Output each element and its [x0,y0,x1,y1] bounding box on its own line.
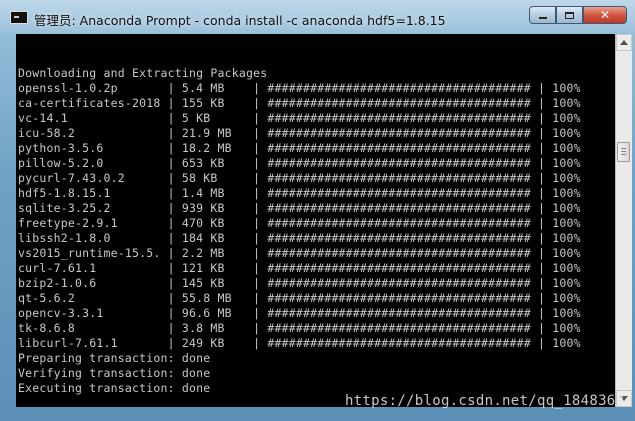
console-line: Verifying transaction: done [18,366,211,380]
console-lines: Downloading and Extracting Packages opens… [18,66,581,396]
minimize-button[interactable] [529,6,556,24]
close-icon: ✕ [599,8,611,22]
console-app-icon[interactable] [10,11,28,24]
console-line: Downloading and Extracting Packages [18,66,268,80]
console-line: freetype-2.9.1 | 470 KB | ##############… [18,216,581,230]
console-line: icu-58.2 | 21.9 MB | ###################… [18,126,581,140]
console-line: Preparing transaction: done [18,351,211,365]
console-line: tk-8.6.8 | 3.8 MB | ####################… [18,321,581,335]
console-line: ca-certificates-2018 | 155 KB | ########… [18,96,581,110]
watermark: https://blog.csdn.net/qq_18483627 [344,393,633,409]
console-line: openssl-1.0.2p | 5.4 MB | ##############… [18,81,581,95]
console-line: vs2015_runtime-15.5. | 2.2 MB | ########… [18,246,581,260]
console-line: pillow-5.2.0 | 653 KB | ################… [18,156,581,170]
window-title: 管理员: Anaconda Prompt - conda install -c … [34,13,446,28]
title-bar[interactable]: 管理员: Anaconda Prompt - conda install -c … [0,0,635,34]
console-line: python-3.5.6 | 18.2 MB | ###############… [18,141,581,155]
window-controls: ✕ [529,6,627,24]
console-line: hdf5-1.8.15.1 | 1.4 MB | ###############… [18,186,581,200]
console-line: curl-7.61.1 | 121 KB | #################… [18,261,581,275]
console-line: vc-14.1 | 5 KB | #######################… [18,111,581,125]
scroll-thumb[interactable] [617,142,630,162]
console-line: opencv-3.3.1 | 96.6 MB | ###############… [18,306,581,320]
console-line: pycurl-7.43.0.2 | 58 KB | ##############… [18,171,581,185]
console-line: bzip2-1.0.6 | 145 KB | #################… [18,276,581,290]
console-output[interactable]: Downloading and Extracting Packages opens… [16,34,615,407]
window-bottom-frame [0,407,635,421]
scroll-up-button[interactable] [616,34,632,51]
close-button[interactable]: ✕ [583,6,627,24]
maximize-icon [565,11,574,19]
console-line: qt-5.6.2 | 55.8 MB | ###################… [18,291,581,305]
console-line: sqlite-3.25.2 | 939 KB | ###############… [18,201,581,215]
maximize-button[interactable] [556,6,583,24]
arrow-up-icon [620,40,628,45]
console-window: 管理员: Anaconda Prompt - conda install -c … [0,0,635,421]
minimize-icon [538,17,547,19]
console-line: libcurl-7.61.1 | 249 KB | ##############… [18,336,581,350]
console-line: libssh2-1.8.0 | 184 KB | ###############… [18,231,581,245]
vertical-scrollbar[interactable] [615,34,632,407]
